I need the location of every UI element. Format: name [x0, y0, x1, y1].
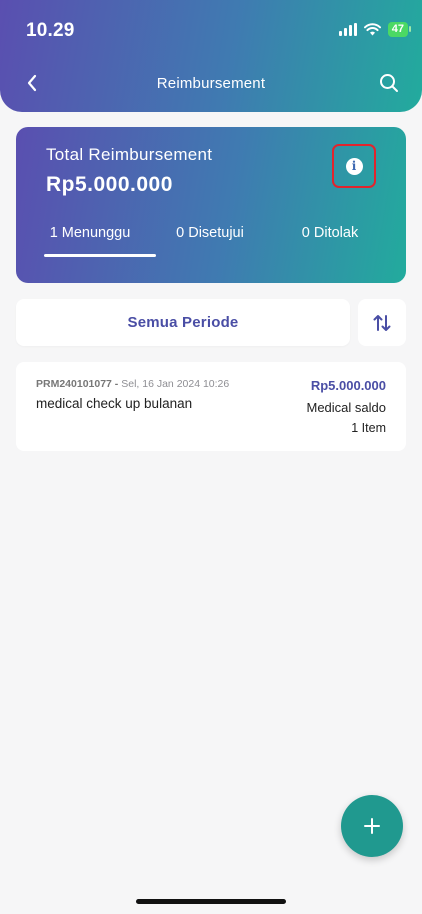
tab-ditolak[interactable]: 0 Ditolak — [270, 223, 390, 259]
search-icon — [380, 74, 398, 92]
battery-icon: 47 — [387, 22, 412, 37]
info-button[interactable]: i — [332, 144, 376, 188]
item-datetime: Sel, 16 Jan 2024 10:26 — [121, 378, 230, 390]
item-category: Medical saldo — [306, 400, 387, 415]
item-code: PRM240101077 — [36, 378, 112, 390]
status-time: 10.29 — [26, 20, 75, 41]
app-header: 10.29 47 Reimbursement — [0, 0, 422, 112]
summary-amount: Rp5.000.000 — [46, 173, 173, 196]
info-icon: i — [345, 157, 363, 175]
reimbursement-summary-card: Total Reimbursement Rp5.000.000 i 1 Menu… — [16, 127, 406, 283]
plus-icon — [364, 818, 380, 834]
tab-menunggu[interactable]: 1 Menunggu — [30, 223, 156, 259]
period-filter-label: Semua Periode — [127, 314, 239, 331]
sort-button[interactable] — [358, 299, 406, 346]
signal-icon — [338, 23, 357, 36]
add-reimbursement-button[interactable] — [341, 795, 403, 857]
period-filter-button[interactable]: Semua Periode — [16, 299, 350, 346]
tab-disetujui[interactable]: 0 Disetujui — [150, 223, 270, 259]
item-meta: PRM240101077 - Sel, 16 Jan 2024 10:26 — [36, 378, 229, 390]
status-icons: 47 — [338, 22, 412, 37]
item-count: 1 Item — [351, 421, 386, 435]
status-tabs: 1 Menunggu 0 Disetujui 0 Ditolak — [30, 223, 392, 259]
sort-arrows-icon — [373, 314, 391, 331]
item-separator: - — [111, 378, 122, 390]
summary-label: Total Reimbursement — [46, 145, 213, 164]
list-item[interactable]: PRM240101077 - Sel, 16 Jan 2024 10:26 me… — [16, 362, 406, 451]
search-button[interactable] — [378, 72, 400, 94]
item-amount: Rp5.000.000 — [310, 378, 386, 393]
home-indicator — [136, 899, 286, 904]
page-title: Reimbursement — [156, 75, 266, 92]
item-name: medical check up bulanan — [36, 396, 193, 411]
wifi-icon — [363, 23, 381, 36]
